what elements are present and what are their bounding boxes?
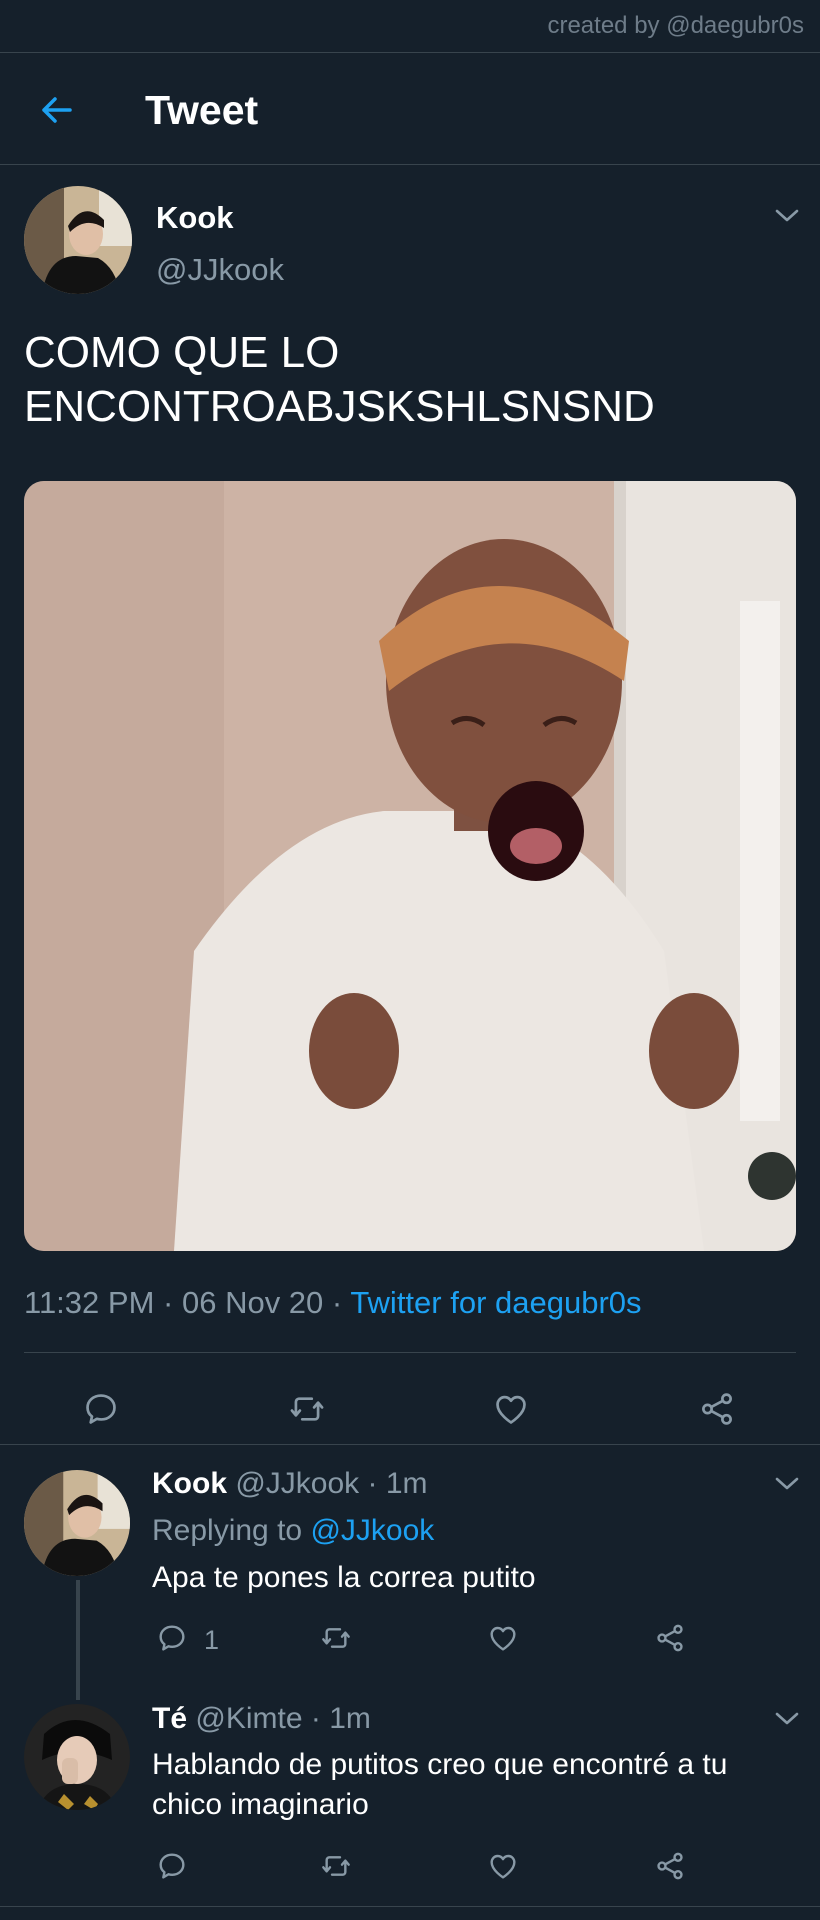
reply-avatar[interactable] bbox=[24, 1704, 130, 1810]
reply-author-handle[interactable]: @Kimte bbox=[195, 1702, 302, 1735]
thread-line bbox=[76, 1580, 80, 1700]
reply-header: Té @Kimte · 1m bbox=[152, 1702, 371, 1736]
retweet-icon[interactable] bbox=[320, 1622, 352, 1654]
retweet-icon[interactable] bbox=[320, 1850, 352, 1882]
divider bbox=[0, 1906, 820, 1907]
reply-icon[interactable] bbox=[82, 1390, 120, 1428]
reply-icon[interactable] bbox=[156, 1622, 188, 1654]
tweet-text-line: COMO QUE LO bbox=[24, 328, 340, 377]
meta-separator: · bbox=[310, 1702, 321, 1735]
replying-to-label: Replying to bbox=[152, 1514, 303, 1547]
divider bbox=[24, 1352, 796, 1353]
like-icon[interactable] bbox=[487, 1622, 519, 1654]
reply-avatar[interactable] bbox=[24, 1470, 130, 1576]
reply-text-line: Hablando de putitos creo que encontré a … bbox=[152, 1748, 728, 1781]
watermark: created by @daegubr0s bbox=[547, 12, 804, 39]
author-handle[interactable]: @JJkook bbox=[156, 252, 284, 288]
reply-author-name[interactable]: Kook bbox=[152, 1467, 227, 1500]
tweet-source-link[interactable]: Twitter for daegubr0s bbox=[350, 1285, 641, 1320]
reply-count: 1 bbox=[204, 1625, 220, 1655]
tweet-text-line: ENCONTROABJSKSHLSNSND bbox=[24, 382, 655, 431]
share-icon[interactable] bbox=[654, 1622, 686, 1654]
share-icon[interactable] bbox=[698, 1390, 736, 1428]
retweet-icon[interactable] bbox=[288, 1390, 326, 1428]
reply-text: Apa te pones la correa putito bbox=[152, 1561, 536, 1594]
divider bbox=[0, 1444, 820, 1445]
chevron-down-icon[interactable] bbox=[774, 1711, 800, 1727]
chevron-down-icon[interactable] bbox=[774, 208, 800, 224]
meta-separator: · bbox=[367, 1467, 378, 1500]
author-name[interactable]: Kook bbox=[156, 200, 234, 236]
author-avatar[interactable] bbox=[24, 186, 132, 294]
reply-author-handle[interactable]: @JJkook bbox=[235, 1467, 359, 1500]
header-bar: Tweet bbox=[0, 54, 820, 164]
replying-to-handle[interactable]: @JJkook bbox=[310, 1514, 434, 1547]
tweet-date: 06 Nov 20 bbox=[181, 1285, 324, 1320]
meta-separator: · bbox=[331, 1285, 343, 1320]
reply-icon[interactable] bbox=[156, 1850, 188, 1882]
reply-time: 1m bbox=[329, 1702, 371, 1735]
meta-separator: · bbox=[163, 1285, 174, 1320]
tweet-media-image[interactable] bbox=[24, 481, 796, 1251]
page-title: Tweet bbox=[145, 87, 259, 133]
tweet-text: COMO QUE LO ENCONTROABJSKSHLSNSND bbox=[24, 326, 794, 434]
like-icon[interactable] bbox=[487, 1850, 519, 1882]
divider bbox=[0, 164, 820, 165]
back-arrow-icon[interactable] bbox=[36, 90, 76, 130]
like-icon[interactable] bbox=[492, 1390, 530, 1428]
reply-header: Kook @JJkook · 1m bbox=[152, 1467, 428, 1501]
reply-time: 1m bbox=[385, 1467, 428, 1500]
divider bbox=[0, 52, 820, 53]
reply-author-name[interactable]: Té bbox=[152, 1702, 187, 1735]
chevron-down-icon[interactable] bbox=[774, 1476, 800, 1492]
tweet-actions bbox=[0, 1368, 820, 1448]
reply-text-line: chico imaginario bbox=[152, 1788, 369, 1821]
tweet-time: 11:32 PM bbox=[24, 1285, 155, 1320]
tweet-meta: 11:32 PM · 06 Nov 20 · Twitter for daegu… bbox=[24, 1285, 642, 1321]
replying-to: Replying to @JJkook bbox=[152, 1514, 434, 1548]
share-icon[interactable] bbox=[654, 1850, 686, 1882]
